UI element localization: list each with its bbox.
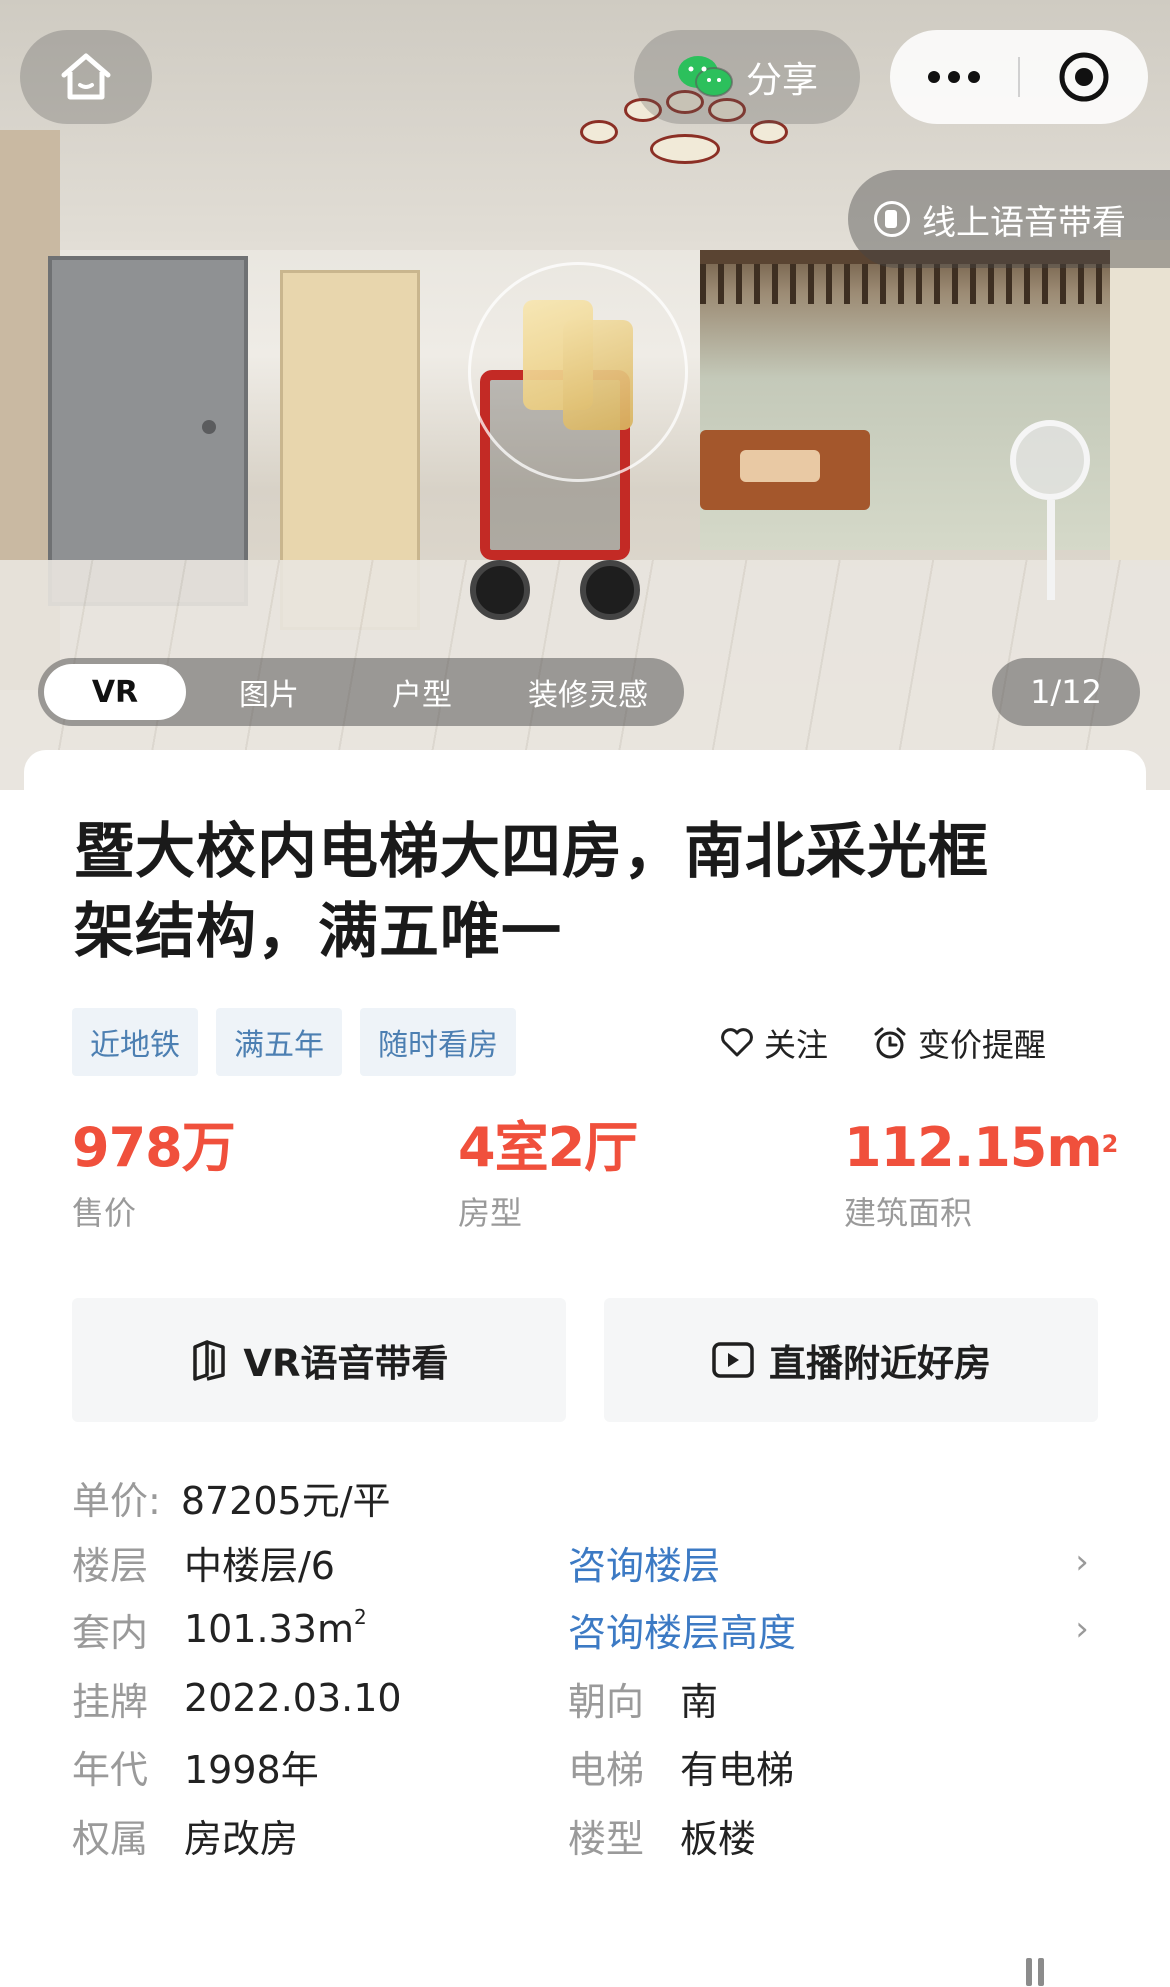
area-value: 112.15m2 [844,1116,1118,1179]
detail-row-inner-area[interactable]: 套内 101.33m2 咨询楼层高度 › [72,1599,1102,1659]
ask-floor-link[interactable]: 咨询楼层 [568,1535,1062,1590]
vr-voice-tour-button[interactable]: VR语音带看 [72,1298,566,1422]
detail-row-listed: 挂牌 2022.03.10 朝向 南 [72,1676,719,1724]
play-icon [712,1342,754,1378]
stat-area: 112.15m2 建筑面积 [844,1116,1118,1234]
vr-voice-tour-label: VR语音带看 [243,1342,449,1385]
tag-list: 近地铁 满五年 随时看房 [72,1008,516,1076]
price-label: 售价 [72,1194,137,1232]
photo-fan [1010,420,1090,500]
layout-label: 房型 [458,1194,523,1232]
price-alert-button[interactable]: 变价提醒 [872,1020,1046,1066]
tag-five-years: 满五年 [216,1008,342,1076]
ask-floor-height-link[interactable]: 咨询楼层高度 [568,1602,1062,1657]
photo-counter: 1/12 [992,658,1140,726]
share-button[interactable]: 分享 [634,30,860,124]
tab-vr[interactable]: VR [44,664,186,720]
voice-tour-icon [874,201,910,237]
alarm-clock-icon [874,1027,906,1059]
listing-card: 暨大校内电梯大四房，南北采光框 架结构，满五唯一 近地铁 满五年 随时看房 关注… [24,750,1146,1987]
share-label: 分享 [745,60,818,101]
media-tabs: VR 图片 户型 装修灵感 [38,658,684,726]
photo-door [48,256,248,606]
target-icon[interactable] [1020,50,1148,104]
photo-sofa [700,430,870,510]
live-nearby-button[interactable]: 直播附近好房 [604,1298,1098,1422]
vr-play-icon[interactable] [523,300,643,430]
tab-photos[interactable]: 图片 [186,664,352,720]
detail-row-ownership: 权属 房改房 楼型 板楼 [72,1816,757,1861]
price-value: 978万 [72,1116,236,1179]
miniprogram-capsule [890,30,1148,124]
voice-tour-label: 线上语音带看 [922,202,1126,243]
scroll-indicator-icon [1026,1958,1070,1986]
detail-row-floor[interactable]: 楼层 中楼层/6 咨询楼层 › [72,1532,1102,1592]
tab-decor-ideas[interactable]: 装修灵感 [492,664,684,720]
layout-value: 4室2厅 [458,1116,638,1179]
chevron-right-icon: › [1075,1542,1089,1582]
home-button[interactable] [20,30,152,124]
stat-layout: 4室2厅 房型 [458,1116,638,1234]
follow-button[interactable]: 关注 [720,1020,828,1066]
listing-title: 暨大校内电梯大四房，南北采光框 架结构，满五唯一 [74,817,989,967]
area-label: 建筑面积 [844,1194,973,1232]
wechat-icon [677,56,733,97]
home-icon [61,53,111,100]
follow-label: 关注 [764,1026,829,1064]
detail-row-year: 年代 1998年 电梯 有电梯 [72,1747,795,1792]
price-alert-label: 变价提醒 [918,1026,1047,1064]
chevron-right-icon: › [1075,1609,1089,1649]
voice-tour-button[interactable]: 线上语音带看 [848,170,1170,268]
more-icon[interactable] [890,71,1018,83]
tag-viewing: 随时看房 [360,1008,516,1076]
stat-price: 978万 售价 [72,1116,236,1234]
photo-curtain [1110,240,1170,560]
photo-fan-stand [1047,500,1055,600]
vr-cube-icon [193,1340,226,1381]
unit-price-row: 单价: 87205元/平 [72,1479,391,1523]
heart-icon [721,1028,753,1057]
live-nearby-label: 直播附近好房 [769,1342,991,1385]
tab-floorplan[interactable]: 户型 [352,664,492,720]
tag-subway: 近地铁 [72,1008,198,1076]
